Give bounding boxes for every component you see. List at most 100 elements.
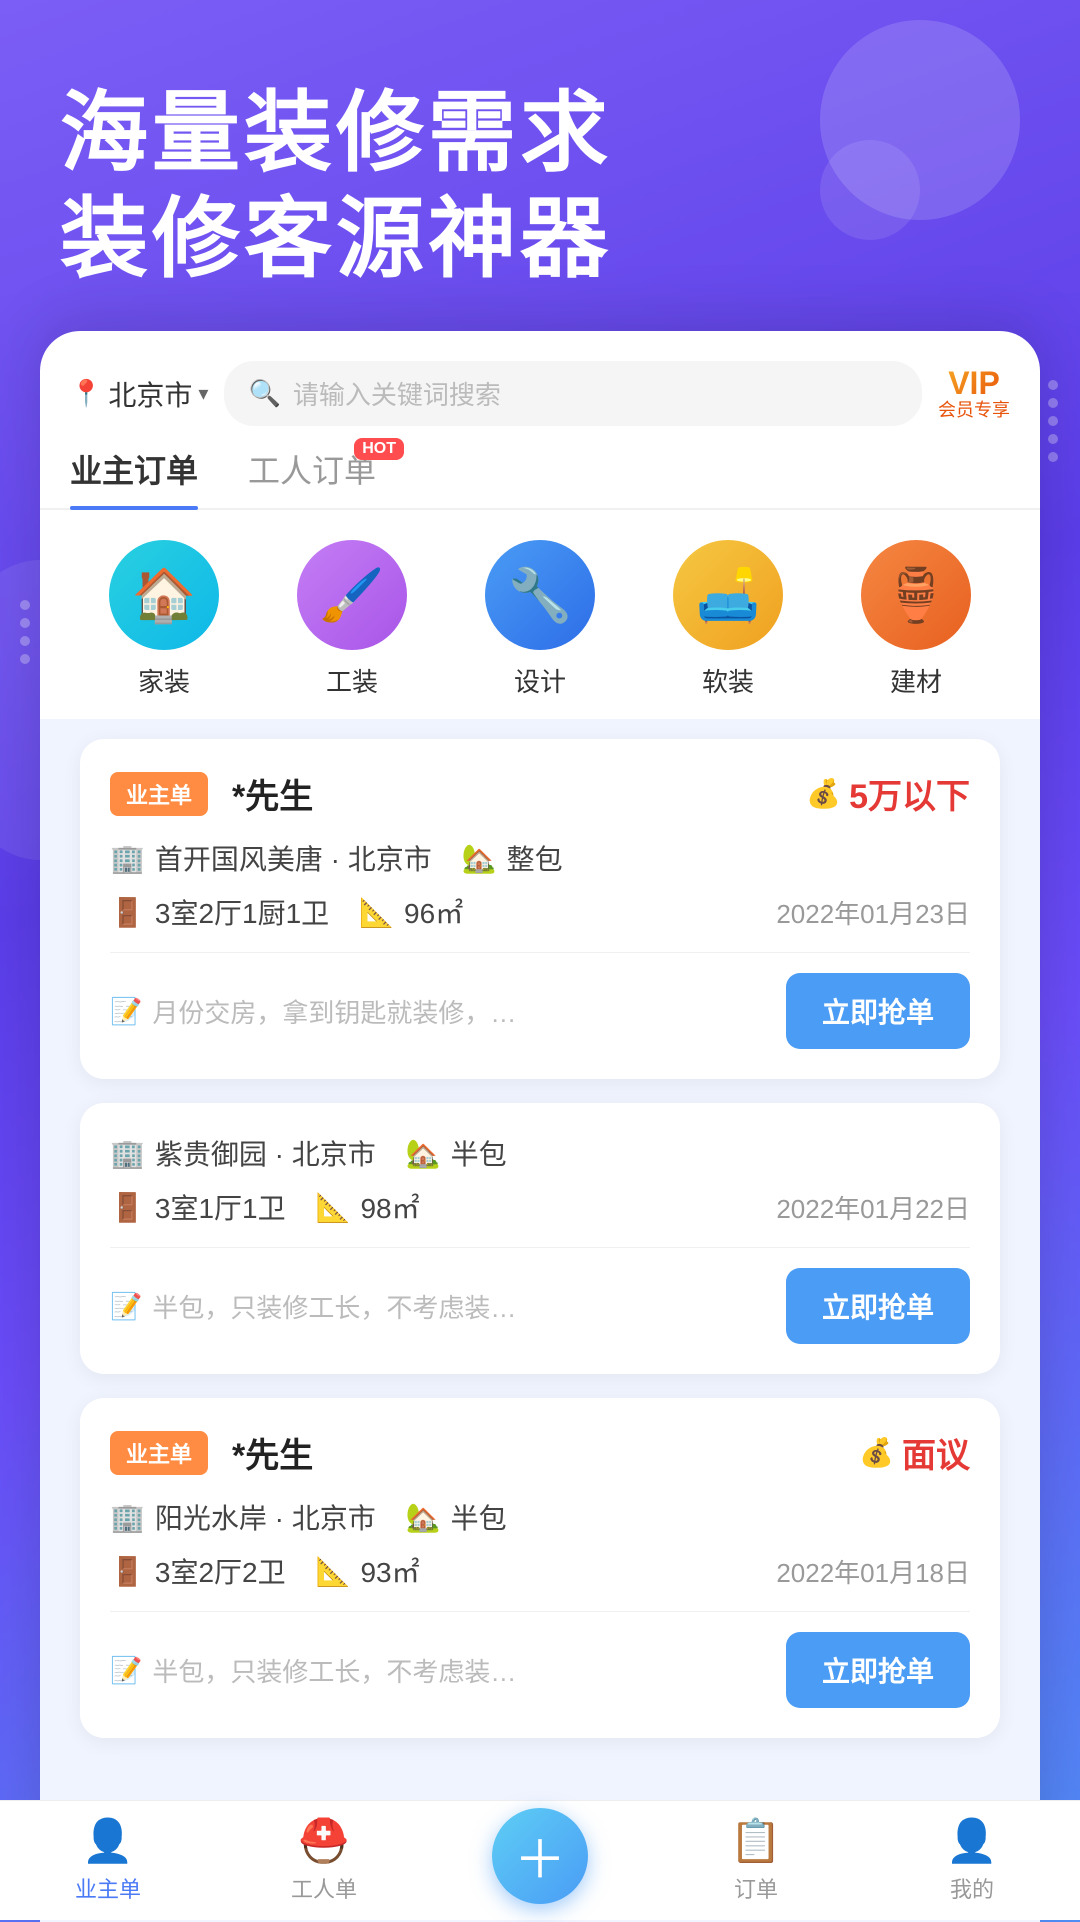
order-area-1: 📐 98㎡	[316, 1187, 420, 1227]
area-icon-0: 📐	[359, 896, 394, 929]
order-building-row-0: 🏢 首开国风美唐 · 北京市 🏡 整包	[110, 838, 970, 878]
desc-icon-1: 📝	[110, 1291, 142, 1322]
location-label: 北京市	[108, 374, 192, 414]
area-icon-2: 📐	[316, 1555, 351, 1588]
order-card-1: 🏢 紫贵御园 · 北京市 🏡 半包 🚪 3室1厅1卫 📐 98㎡ 2022年01…	[80, 1103, 1000, 1374]
order-desc-row-1: 📝 半包，只装修工长，不考虑装… 立即抢单	[110, 1247, 970, 1344]
order-header-left-0: 业主单 *先生	[110, 769, 313, 818]
order-header-2: 业主单 *先生 💰 面议	[110, 1428, 970, 1477]
category-material-icon: 🏺	[861, 540, 971, 650]
nav-item-worker[interactable]: ⛑️ 工人单	[216, 1817, 432, 1904]
order-building-0: 🏢 首开国风美唐 · 北京市	[110, 838, 432, 878]
order-desc-row-0: 📝 月份交房，拿到钥匙就装修，… 立即抢单	[110, 952, 970, 1049]
category-commercial[interactable]: 🖌️ 工装	[297, 540, 407, 699]
plus-icon: ＋	[514, 1818, 566, 1893]
order-customer-name-0: *先生	[232, 769, 313, 818]
vip-label: VIP	[948, 366, 1000, 401]
nav-mine-label: 我的	[950, 1872, 994, 1904]
order-room-info-0: 🚪 3室2厅1厨1卫	[110, 892, 329, 932]
bottom-nav: 👤 业主单 ⛑️ 工人单 ＋ 📋 订单 👤 我的	[0, 1800, 1080, 1920]
order-decoration-type-0: 🏡 整包	[462, 838, 563, 878]
search-box[interactable]: 🔍 请输入关键词搜索	[224, 361, 922, 426]
order-desc-row-2: 📝 半包，只装修工长，不考虑装… 立即抢单	[110, 1611, 970, 1708]
order-header-0: 业主单 *先生 💰 5万以下	[110, 769, 970, 818]
home-icon-2: 🏡	[406, 1501, 441, 1534]
nav-item-mine[interactable]: 👤 我的	[864, 1817, 1080, 1904]
order-building-2: 🏢 阳光水岸 · 北京市	[110, 1497, 376, 1537]
category-home-icon: 🏠	[109, 540, 219, 650]
order-building-row-2: 🏢 阳光水岸 · 北京市 🏡 半包	[110, 1497, 970, 1537]
hero-title-line2: 装修客源神器	[60, 186, 1020, 292]
order-decoration-type-1: 🏡 半包	[406, 1133, 507, 1173]
order-customer-name-2: *先生	[232, 1428, 313, 1477]
grab-button-0[interactable]: 立即抢单	[786, 973, 970, 1049]
category-design-icon: 🔧	[485, 540, 595, 650]
price-icon-2: 💰	[859, 1436, 894, 1469]
order-details-row-2: 🚪 3室2厅2卫 📐 93㎡ 2022年01月18日	[110, 1551, 970, 1591]
hero-title-line1: 海量装修需求	[60, 80, 1020, 186]
category-design[interactable]: 🔧 设计	[485, 540, 595, 699]
order-card-0: 业主单 *先生 💰 5万以下 🏢 首开国风美唐 · 北京市 🏡 整包	[80, 739, 1000, 1079]
building-icon-1: 🏢	[110, 1137, 145, 1170]
order-price-2: 💰 面议	[859, 1428, 970, 1477]
desc-icon-2: 📝	[110, 1655, 142, 1686]
desc-icon-0: 📝	[110, 996, 142, 1027]
order-header-left-2: 业主单 *先生	[110, 1428, 313, 1477]
order-type-badge-2: 业主单	[110, 1431, 208, 1475]
nav-owner-icon: 👤	[82, 1817, 134, 1866]
order-date-1: 2022年01月22日	[776, 1189, 970, 1226]
nav-item-owner[interactable]: 👤 业主单	[0, 1817, 216, 1904]
order-building-1: 🏢 紫贵御园 · 北京市	[110, 1133, 376, 1173]
tab-worker-orders[interactable]: 工人订单 HOT	[248, 446, 376, 508]
hero-section: 海量装修需求 装修客源神器	[0, 0, 1080, 331]
home-icon-0: 🏡	[462, 842, 497, 875]
nav-publish-add-button[interactable]: ＋	[492, 1808, 588, 1904]
grab-button-2[interactable]: 立即抢单	[786, 1632, 970, 1708]
search-placeholder-text: 请输入关键词搜索	[293, 375, 501, 412]
grab-button-1[interactable]: 立即抢单	[786, 1268, 970, 1344]
category-design-label: 设计	[514, 662, 566, 699]
nav-orders-icon: 📋	[730, 1817, 782, 1866]
building-icon-0: 🏢	[110, 842, 145, 875]
order-area-2: 📐 93㎡	[316, 1551, 420, 1591]
category-soft-label: 软装	[702, 662, 754, 699]
location-button[interactable]: 📍 北京市 ▾	[70, 374, 208, 414]
category-material-label: 建材	[890, 662, 942, 699]
order-desc-text-2: 📝 半包，只装修工长，不考虑装…	[110, 1652, 786, 1689]
vip-sub-label: 会员专享	[938, 401, 1010, 421]
location-pin-icon: 📍	[70, 378, 102, 409]
nav-worker-icon: ⛑️	[298, 1817, 350, 1866]
chevron-down-icon: ▾	[198, 381, 208, 406]
vip-badge[interactable]: VIP 会员专享	[938, 366, 1010, 421]
order-room-info-1: 🚪 3室1厅1卫	[110, 1187, 286, 1227]
order-room-info-2: 🚪 3室2厅2卫	[110, 1551, 286, 1591]
nav-mine-icon: 👤	[946, 1817, 998, 1866]
categories-row: 🏠 家装 🖌️ 工装 🔧 设计 🛋️ 软装 🏺 建材	[40, 510, 1040, 719]
orders-area: 业主单 *先生 💰 5万以下 🏢 首开国风美唐 · 北京市 🏡 整包	[40, 719, 1040, 1922]
category-soft-icon: 🛋️	[673, 540, 783, 650]
category-commercial-label: 工装	[326, 662, 378, 699]
category-commercial-icon: 🖌️	[297, 540, 407, 650]
order-card-2: 业主单 *先生 💰 面议 🏢 阳光水岸 · 北京市 🏡 半包	[80, 1398, 1000, 1738]
order-date-2: 2022年01月18日	[776, 1553, 970, 1590]
nav-worker-label: 工人单	[291, 1872, 357, 1904]
home-icon-1: 🏡	[406, 1137, 441, 1170]
order-building-row-1: 🏢 紫贵御园 · 北京市 🏡 半包	[110, 1133, 970, 1173]
category-home[interactable]: 🏠 家装	[109, 540, 219, 699]
search-row: 📍 北京市 ▾ 🔍 请输入关键词搜索 VIP 会员专享	[40, 361, 1040, 446]
hot-badge: HOT	[354, 438, 404, 460]
order-price-0: 💰 5万以下	[806, 769, 970, 818]
nav-item-publish[interactable]: ＋	[432, 1808, 648, 1914]
order-details-row-1: 🚪 3室1厅1卫 📐 98㎡ 2022年01月22日	[110, 1187, 970, 1227]
nav-item-orders[interactable]: 📋 订单	[648, 1817, 864, 1904]
room-icon-0: 🚪	[110, 896, 145, 929]
order-details-row-0: 🚪 3室2厅1厨1卫 📐 96㎡ 2022年01月23日	[110, 892, 970, 932]
room-icon-2: 🚪	[110, 1555, 145, 1588]
nav-orders-label: 订单	[734, 1872, 778, 1904]
order-desc-text-0: 📝 月份交房，拿到钥匙就装修，…	[110, 993, 786, 1030]
category-material[interactable]: 🏺 建材	[861, 540, 971, 699]
tab-owner-orders[interactable]: 业主订单	[70, 446, 198, 508]
area-icon-1: 📐	[316, 1191, 351, 1224]
category-soft[interactable]: 🛋️ 软装	[673, 540, 783, 699]
order-type-badge-0: 业主单	[110, 772, 208, 816]
